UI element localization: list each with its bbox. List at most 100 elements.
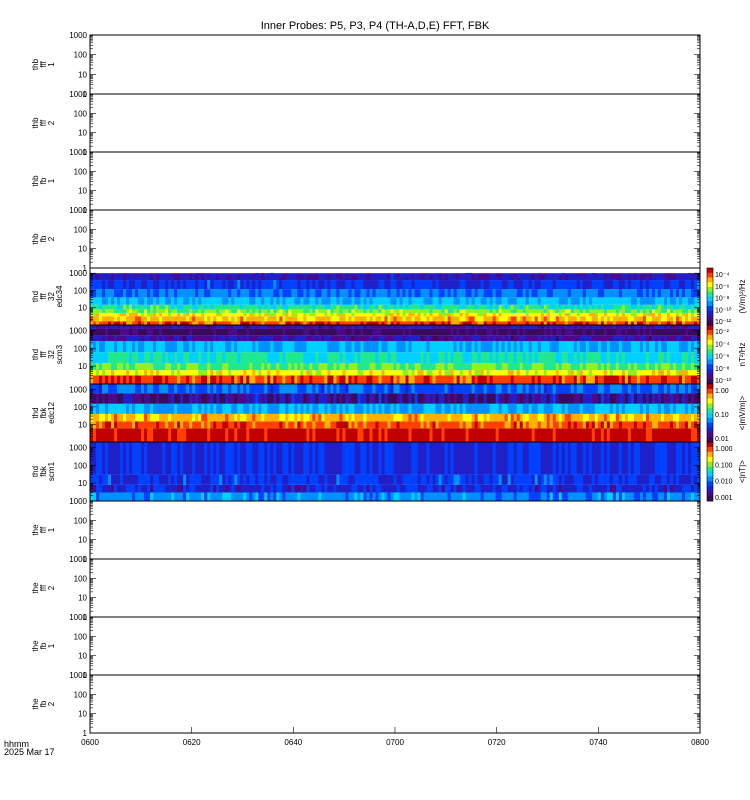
spectrogram-cell: [150, 321, 154, 325]
spectrogram-cell: [381, 289, 385, 298]
spectrogram-cell: [363, 297, 367, 305]
spectrogram-cell: [438, 321, 442, 325]
spectrogram-cell: [393, 403, 397, 414]
spectrogram-cell: [144, 421, 148, 429]
spectrogram-cell: [678, 309, 683, 313]
spectrogram-cell: [222, 289, 226, 298]
spectrogram-cell: [258, 328, 262, 336]
spectrogram-cell: [552, 312, 557, 317]
spectrogram-cell: [363, 370, 367, 376]
spectrogram-cell: [237, 309, 241, 313]
spectrogram-cell: [618, 297, 623, 305]
spectrogram-cell: [114, 428, 118, 442]
spectrogram-cell: [522, 384, 527, 394]
spectrogram-cell: [213, 328, 217, 336]
spectrogram-cell: [342, 321, 346, 325]
spectrogram-cell: [267, 393, 271, 404]
spectrogram-cell: [453, 375, 457, 384]
spectrogram-cell: [213, 370, 217, 376]
spectrogram-cell: [99, 321, 103, 325]
spectrogram-cell: [585, 312, 590, 317]
spectrogram-cell: [93, 280, 97, 290]
spectrogram-cell: [141, 309, 145, 313]
spectrogram-cell: [123, 335, 127, 342]
spectrogram-cell: [381, 352, 385, 363]
spectrogram-cell: [156, 375, 160, 384]
spectrogram-cell: [570, 312, 575, 317]
spectrogram-cell: [180, 280, 184, 290]
spectrogram-cell: [573, 297, 578, 305]
spectrogram-cell: [333, 362, 337, 371]
spectrogram-cell: [273, 312, 277, 317]
spectrogram-cell: [555, 309, 560, 313]
spectrogram-cell: [480, 273, 485, 281]
spectrogram-cell: [177, 421, 181, 429]
spectrogram-cell: [318, 275, 322, 281]
spectrogram-cell: [345, 403, 349, 414]
spectrogram-cell: [660, 304, 665, 310]
spectrogram-cell: [579, 289, 584, 298]
spectrogram-cell: [450, 316, 454, 322]
spectrogram-cell: [399, 370, 403, 376]
spectrogram-cell: [687, 312, 692, 317]
spectrogram-cell: [492, 321, 497, 325]
spectrogram-cell: [576, 312, 581, 317]
spectrogram-cell: [408, 304, 412, 310]
spectrogram-cell: [102, 321, 106, 325]
spectrogram-cell: [261, 352, 265, 363]
spectrogram-cell: [291, 335, 295, 342]
spectrogram-cell: [651, 280, 656, 290]
spectrogram-cell: [579, 312, 584, 317]
spectrogram-cell: [393, 335, 397, 342]
spectrogram-cell: [222, 312, 226, 317]
spectrogram-cell: [363, 328, 367, 336]
spectrogram-cell: [609, 289, 614, 298]
spectrogram-cell: [234, 413, 238, 422]
spectrogram-cell: [189, 335, 193, 342]
spectrogram-cell: [624, 280, 629, 290]
spectrogram-cell: [690, 309, 695, 313]
spectrogram-cell: [501, 289, 506, 298]
spectrogram-cell: [384, 325, 388, 329]
spectrogram-cell: [369, 428, 373, 442]
spectrogram-cell: [657, 362, 662, 371]
spectrogram-cell: [111, 312, 115, 317]
spectrogram-cell: [129, 280, 133, 290]
spectrogram-cell: [138, 341, 142, 353]
spectrogram-cell: [159, 375, 163, 384]
spectrogram-cell: [450, 304, 454, 310]
spectrogram-cell: [192, 273, 196, 281]
spectrogram-cell: [306, 393, 310, 404]
spectrogram-cell: [498, 328, 503, 336]
spectrogram-cell: [471, 289, 476, 298]
spectrogram-cell: [345, 297, 349, 305]
spectrogram-cell: [486, 375, 491, 384]
spectrogram-cell: [351, 312, 355, 317]
spectrogram-cell: [228, 403, 232, 414]
spectrogram-cell: [402, 273, 406, 281]
spectrogram-cell: [330, 312, 334, 317]
spectrogram-cell: [240, 384, 244, 394]
spectrogram-cell: [489, 280, 494, 290]
spectrogram-cell: [198, 321, 202, 325]
spectrogram-cell: [501, 325, 506, 329]
spectrogram-cell: [159, 384, 163, 394]
spectrogram-cell: [156, 289, 160, 298]
spectrogram-cell: [414, 362, 418, 371]
spectrogram-cell: [519, 352, 524, 363]
spectrogram-cell: [129, 297, 133, 305]
spectrogram-cell: [315, 297, 319, 305]
spectrogram-cell: [96, 309, 100, 313]
spectrogram-cell: [549, 280, 554, 290]
spectrogram-cell: [234, 316, 238, 322]
spectrogram-cell: [297, 316, 301, 322]
spectrogram-cell: [429, 328, 433, 336]
spectrogram-cell: [261, 375, 265, 384]
spectrogram-cell: [441, 273, 445, 281]
spectrogram-cell: [441, 370, 445, 376]
spectrogram-cell: [300, 362, 304, 371]
spectrogram-cell: [684, 328, 689, 336]
spectrogram-cell: [330, 421, 334, 429]
spectrogram-cell: [525, 421, 530, 429]
spectrogram-cell: [681, 312, 686, 317]
